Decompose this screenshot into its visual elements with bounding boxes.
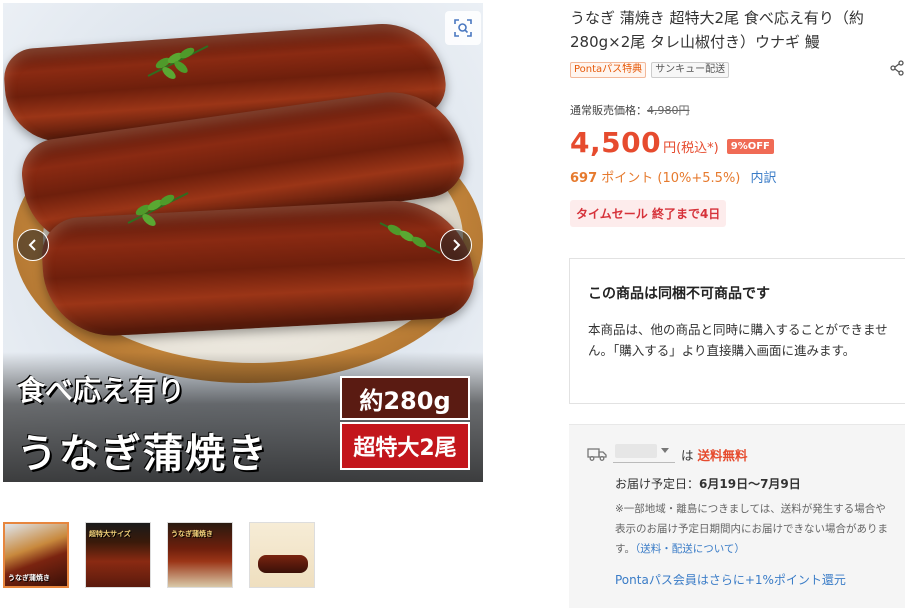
shipping-info-link[interactable]: （送料・配送について） — [635, 543, 745, 555]
sansho-leaf-icon — [379, 222, 441, 254]
delivery-eta: お届け予定日：6月19日〜7月9日 — [615, 475, 801, 492]
prev-image-button[interactable] — [17, 229, 49, 261]
image-search-button[interactable] — [445, 11, 481, 45]
region-value — [615, 444, 657, 458]
free-shipping-label: 送料無料 — [697, 448, 748, 463]
points-row: 697 ポイント (10%+5.5%) 内訳 — [570, 167, 777, 186]
list-price: 通常販売価格：4,980円 — [570, 102, 690, 118]
thumbnail-label: うなぎ蒲焼き — [8, 574, 50, 582]
share-icon[interactable] — [889, 60, 905, 76]
thumbnail-2[interactable]: 超特大サイズ — [85, 522, 151, 588]
sansho-leaf-icon — [127, 192, 189, 226]
product-title: うなぎ 蒲焼き 超特大2尾 食べ応え有り（約280g×2尾 タレ山椒付き）ウナギ… — [570, 9, 864, 51]
notice-body: 本商品は、他の商品と同時に購入することができません。「購入する」より直接購入画面… — [588, 322, 888, 358]
thumbnail-3[interactable]: うなぎ蒲焼き — [167, 522, 233, 588]
thumbnail-1[interactable]: うなぎ蒲焼き — [3, 522, 69, 588]
list-price-label: 通常販売価格： — [570, 104, 647, 117]
shipping-cost: は 送料無料 — [681, 445, 748, 464]
region-select[interactable] — [613, 441, 675, 463]
eta-label: お届け予定日： — [615, 477, 700, 491]
weight-label: 約280g — [340, 376, 470, 420]
chevron-right-icon — [453, 239, 461, 251]
shipping-panel: は 送料無料 お届け予定日：6月19日〜7月9日 ※一部地域・離島につきましては… — [569, 424, 905, 608]
bundling-notice: この商品は同梱不可商品です 本商品は、他の商品と同時に購入することができません。… — [569, 258, 905, 404]
product-main-image[interactable]: 食べ応え有り うなぎ蒲焼き 約280g 超特大2尾 — [3, 3, 483, 482]
thankyou-delivery-badge: サンキュー配送 — [651, 62, 730, 78]
thumbnail-label: うなぎ蒲焼き — [171, 530, 213, 538]
image-search-icon — [454, 19, 472, 37]
thumbnail-strip: うなぎ蒲焼き 超特大サイズ うなぎ蒲焼き — [3, 522, 315, 588]
size-label: 超特大2尾 — [340, 422, 470, 470]
sansho-leaf-icon — [147, 45, 209, 79]
discount-badge: 9%OFF — [726, 139, 774, 154]
thumbnail-label: 超特大サイズ — [89, 530, 131, 538]
chevron-down-icon — [661, 448, 669, 453]
caption-line2: うなぎ蒲焼き — [17, 431, 269, 477]
notice-title: この商品は同梱不可商品です — [588, 286, 770, 302]
points-breakdown-link[interactable]: 内訳 — [751, 171, 777, 186]
caption-line1: 食べ応え有り — [17, 374, 186, 407]
list-price-value: 4,980円 — [647, 104, 690, 117]
price-row: 4,500 円(税込*) 9%OFF — [570, 126, 774, 159]
thumbnail-4[interactable] — [249, 522, 315, 588]
shipping-prefix: は — [681, 448, 694, 463]
points-text: ポイント (10%+5.5%) — [601, 171, 741, 186]
next-image-button[interactable] — [440, 229, 472, 261]
ponta-pass-bonus-link[interactable]: Pontaパス会員はさらに+1%ポイント還元 — [615, 571, 846, 588]
chevron-left-icon — [28, 239, 36, 251]
points-value: 697 — [570, 171, 598, 186]
shipping-note: ※一部地域・離島につきましては、送料が発生する場合や表示のお届け予定日期間内にお… — [615, 499, 895, 559]
sale-price: 4,500 — [570, 126, 662, 159]
ponta-pass-badge: Pontaパス特典 — [570, 62, 647, 78]
truck-icon — [587, 448, 607, 461]
badge-row: Pontaパス特典 サンキュー配送 — [570, 62, 730, 78]
timesale-badge: タイムセール 終了まで4日 — [570, 200, 727, 227]
thumbnail-eel — [258, 555, 308, 573]
price-unit: 円(税込*) — [663, 141, 719, 156]
eta-value: 6月19日〜7月9日 — [699, 477, 801, 491]
